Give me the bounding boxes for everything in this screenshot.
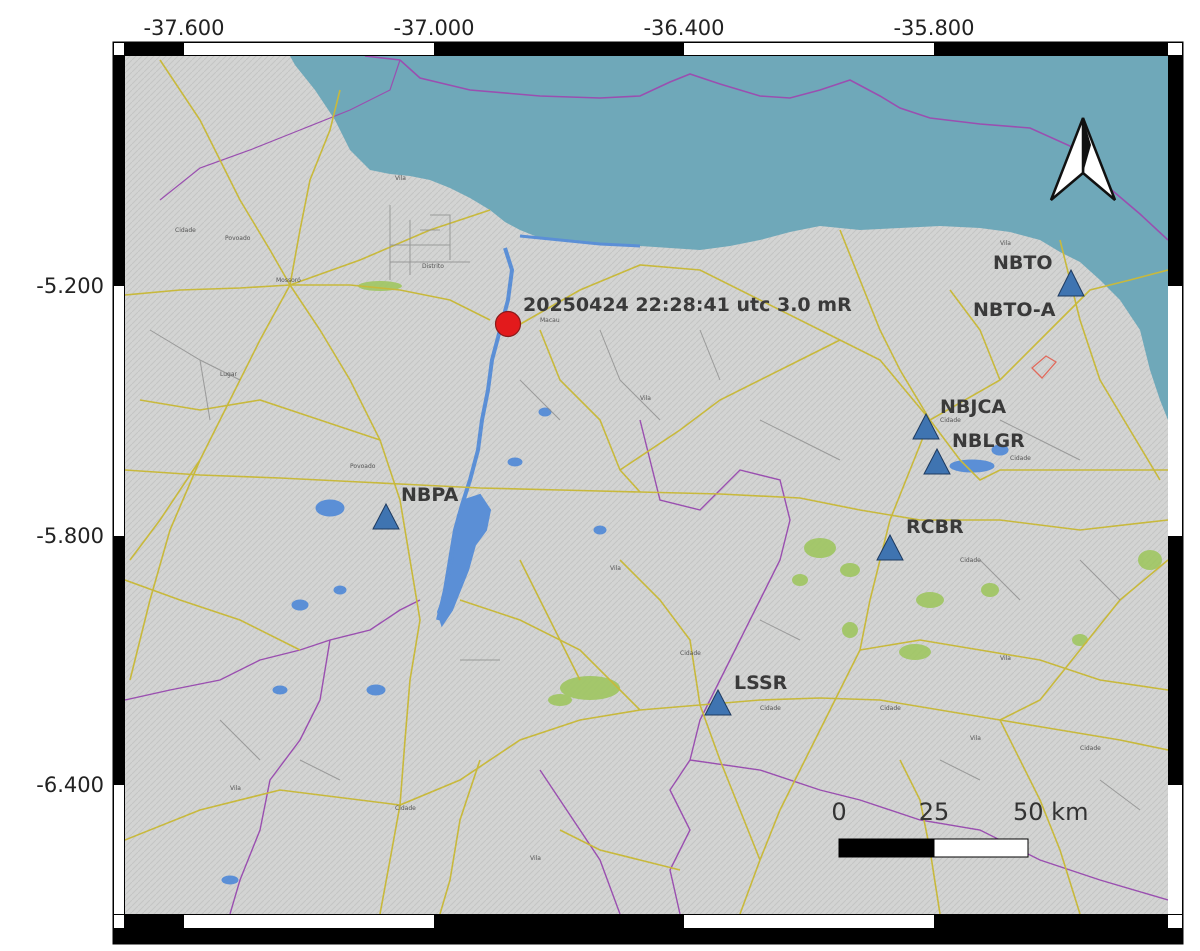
y-tick-label: -5.200	[36, 274, 104, 298]
svg-text:Cidade: Cidade	[1010, 455, 1031, 462]
event-circle-icon	[494, 310, 522, 338]
x-tick-labels: -37.600 -37.000 -36.400 -35.800	[143, 16, 974, 40]
svg-text:Cidade: Cidade	[960, 557, 981, 564]
svg-text:Vila: Vila	[640, 395, 651, 402]
svg-text:Vila: Vila	[1000, 240, 1011, 247]
event-label: 20250424 22:28:41 utc 3.0 mR	[523, 294, 852, 316]
svg-text:Vila: Vila	[970, 735, 981, 742]
y-tick-label: -5.800	[36, 524, 104, 548]
svg-text:Cidade: Cidade	[175, 227, 196, 234]
station-label: NBLGR	[952, 430, 1025, 452]
svg-text:Distrito: Distrito	[422, 263, 444, 270]
scale-label: 0	[831, 798, 846, 826]
svg-text:Vila: Vila	[230, 785, 241, 792]
station-label: NBTO-A	[973, 299, 1056, 321]
scale-label: 25	[919, 798, 950, 826]
svg-text:Vila: Vila	[1000, 655, 1011, 662]
svg-text:Vila: Vila	[395, 175, 406, 182]
svg-text:Lugar: Lugar	[220, 371, 238, 378]
x-tick-label: -35.800	[893, 16, 974, 40]
scale-label: 50 km	[1013, 798, 1088, 826]
map: Cidade Povoado Mossoró Vila Distrito Mac…	[36, 16, 1184, 945]
svg-text:Cidade: Cidade	[395, 805, 416, 812]
svg-text:Cidade: Cidade	[1080, 745, 1101, 752]
station-label: LSSR	[734, 672, 788, 694]
svg-text:Povoado: Povoado	[350, 463, 376, 470]
x-tick-label: -37.000	[393, 16, 474, 40]
svg-text:Vila: Vila	[610, 565, 621, 572]
svg-text:Cidade: Cidade	[760, 705, 781, 712]
svg-text:Vila: Vila	[530, 855, 541, 862]
y-tick-labels: -5.200 -5.800 -6.400	[36, 274, 104, 797]
svg-text:Povoado: Povoado	[225, 235, 251, 242]
station-label: RCBR	[906, 516, 964, 538]
station-label: NBPA	[401, 484, 459, 506]
svg-text:Cidade: Cidade	[880, 705, 901, 712]
x-tick-label: -36.400	[643, 16, 724, 40]
svg-text:Cidade: Cidade	[940, 417, 961, 424]
station-label: NBTO	[993, 252, 1053, 274]
svg-text:Mossoró: Mossoró	[276, 277, 301, 284]
svg-text:Cidade: Cidade	[680, 650, 701, 657]
svg-text:Macau: Macau	[540, 317, 560, 324]
x-tick-label: -37.600	[143, 16, 224, 40]
basemap: Cidade Povoado Mossoró Vila Distrito Mac…	[125, 56, 1168, 914]
station-label: NBJCA	[940, 396, 1006, 418]
y-tick-label: -6.400	[36, 773, 104, 797]
